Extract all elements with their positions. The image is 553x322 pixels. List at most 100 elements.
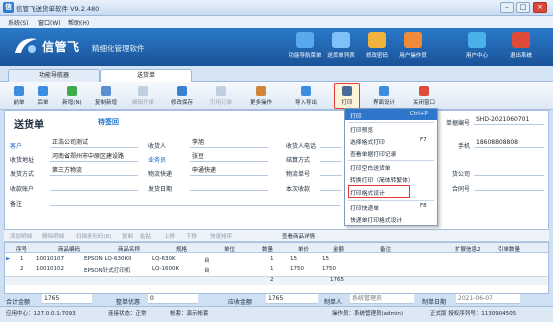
logistics-no-label: 物流单号 <box>286 171 311 178</box>
address-field[interactable]: 河南省郑州市中原区建设路 <box>50 152 138 162</box>
doc-no-label: 单据编号 <box>446 120 471 127</box>
tab-nav[interactable]: 功能导航器 <box>8 69 100 82</box>
maximize-button[interactable]: □ <box>516 2 530 13</box>
table-cell[interactable]: 台 <box>204 256 210 264</box>
table-cell[interactable]: 1750 <box>290 266 304 272</box>
receiver-phone-field[interactable] <box>320 138 342 148</box>
total-amount-field[interactable]: 1765 <box>42 294 92 304</box>
table-cell[interactable]: 2 <box>20 266 24 272</box>
menu-item-print-blank[interactable]: 打印空白送货单 <box>350 163 391 172</box>
date-field: 2021-06-07 <box>456 294 520 304</box>
menu-item-print-format-design[interactable]: 打印格式设计 <box>350 188 385 197</box>
printer-icon <box>342 86 352 96</box>
menu-system[interactable]: 系统(S) <box>8 18 29 27</box>
next-button[interactable]: 后单 <box>32 84 54 108</box>
table-cell[interactable]: 1 <box>20 256 24 262</box>
receiver-field[interactable]: 李旭 <box>190 138 268 148</box>
copy-new-button[interactable]: 复制新增 <box>90 84 122 108</box>
new-button[interactable]: 新增(N) <box>58 84 86 108</box>
more-actions-button[interactable]: 更多操作 <box>244 84 278 108</box>
table-cell[interactable]: 15 <box>322 256 329 262</box>
print-button[interactable]: 打印 <box>335 84 359 108</box>
close-window-button[interactable]: 关闭窗口 <box>408 84 440 108</box>
move-down-button[interactable]: 下移 <box>186 232 197 240</box>
menu-window[interactable]: 窗口(W) <box>38 18 61 27</box>
doc-no-field[interactable]: SHD-2021060701 <box>474 115 544 125</box>
table-cell[interactable]: EPSON LQ-630KII <box>84 256 131 262</box>
menu-item-convert-print[interactable]: 转换打印（简体转繁体） <box>350 175 414 184</box>
col-header: 单价 <box>298 247 310 253</box>
logistics-no-field[interactable] <box>320 166 342 176</box>
maker-field: 系统管理员 <box>350 294 414 304</box>
quick-sort-button[interactable]: 快速排序 <box>210 232 232 240</box>
copy-button[interactable]: 复制 <box>122 232 133 240</box>
add-detail-button[interactable]: 添加明细 <box>10 232 32 240</box>
vendor-field[interactable] <box>474 166 544 176</box>
date-label: 制单日期 <box>422 299 447 306</box>
table-cell[interactable]: 15 <box>290 256 297 262</box>
menu-help[interactable]: 帮助(H) <box>68 18 89 27</box>
brand-slogan: 精细化管理软件 <box>92 44 145 53</box>
logistics-label: 物流快递 <box>148 171 173 178</box>
close-button[interactable]: × <box>533 2 547 13</box>
menu-item-express-format-design[interactable]: 快递单打印格式设计 <box>350 215 402 224</box>
col-header: 序号 <box>16 247 28 253</box>
sales-field[interactable]: 张豆 <box>190 152 268 162</box>
receivable-field[interactable]: 1765 <box>266 294 318 304</box>
table-cell[interactable]: 10010107 <box>36 256 64 262</box>
table-cell[interactable]: 台 <box>204 266 210 274</box>
move-up-button[interactable]: 上移 <box>164 232 175 240</box>
banner-button-operator[interactable]: 用户操作员 <box>392 30 434 64</box>
view-product-detail-button[interactable]: 查看商品详情 <box>282 232 315 240</box>
menu-item-print-preview[interactable]: 打印预览 <box>350 125 373 134</box>
menu-item-print[interactable]: 打印 <box>350 111 362 120</box>
address-label: 收货地址 <box>10 157 35 164</box>
table-cell[interactable]: 1750 <box>322 266 336 272</box>
minimize-button[interactable]: – <box>500 2 514 13</box>
save-button[interactable]: 修改保存 <box>166 84 198 108</box>
total-qty: 2 <box>270 277 274 283</box>
table-cell[interactable]: EPSON针式打印机 <box>84 266 130 274</box>
edit-open-button[interactable]: 编辑开单 <box>127 84 159 108</box>
menu-item-print-records[interactable]: 查看单据打印记录 <box>350 149 396 158</box>
menu-item-print-express[interactable]: 打印快递单 <box>350 203 379 212</box>
reference-order-button[interactable]: 引用订单 <box>205 84 237 108</box>
received-field[interactable] <box>320 181 342 191</box>
import-export-button[interactable]: 导入导出 <box>290 84 322 108</box>
save-icon <box>177 86 187 96</box>
receivable-label: 应收金额 <box>228 299 253 306</box>
banner-button-user-center[interactable]: 用户中心 <box>456 30 498 64</box>
scan-barcode-button[interactable]: 扫描条形码(B) <box>76 232 112 240</box>
phone-field[interactable]: 18608808808 <box>474 138 544 148</box>
col-header: 规格 <box>176 247 188 253</box>
total-amount-label: 合计金额 <box>6 299 31 306</box>
table-cell[interactable]: LQ-1600K <box>152 266 179 272</box>
prev-button[interactable]: 前单 <box>8 84 30 108</box>
paste-button[interactable]: 粘贴 <box>140 232 151 240</box>
menu-item-select-format-print[interactable]: 选择格式打印 <box>350 137 385 146</box>
table-cell[interactable]: LQ-630K <box>152 256 176 262</box>
banner-button-exit[interactable]: 退出系统 <box>500 30 542 64</box>
logistics-field[interactable]: 申通快递 <box>190 166 268 176</box>
close-window-icon <box>419 86 429 96</box>
app-logo-icon: 信 <box>3 2 14 13</box>
table-cell[interactable]: 1 <box>270 256 274 262</box>
discount-field[interactable]: 0 <box>148 294 198 304</box>
delete-detail-button[interactable]: 删除明细 <box>42 232 64 240</box>
customer-field[interactable]: 正浩公司测试 <box>50 138 138 148</box>
prev-icon <box>14 86 24 96</box>
menu-separator <box>348 160 434 161</box>
table-cell[interactable]: 10010102 <box>36 266 64 272</box>
status-connection: 连接状态：正常 <box>108 311 147 317</box>
table-cell[interactable]: 1 <box>270 266 274 272</box>
contract-field[interactable] <box>474 181 544 191</box>
ship-method-field[interactable]: 第三方物流 <box>50 166 138 176</box>
account-field[interactable] <box>50 181 138 191</box>
remark-field[interactable] <box>50 196 340 206</box>
settle-field[interactable] <box>320 152 342 162</box>
tab-delivery-note[interactable]: 送货单 <box>100 69 192 83</box>
power-icon <box>512 32 530 48</box>
add-icon <box>67 86 77 96</box>
design-button[interactable]: 界面设计 <box>368 84 400 108</box>
ship-date-field[interactable] <box>190 181 268 191</box>
